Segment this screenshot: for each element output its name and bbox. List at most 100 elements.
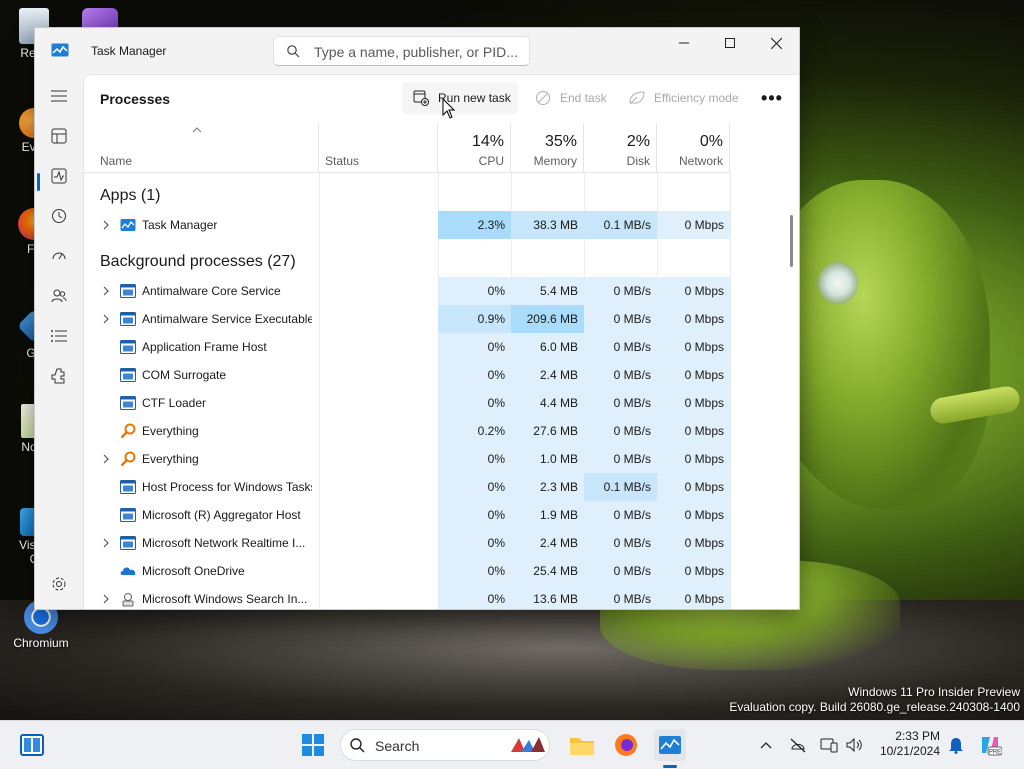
process-row[interactable]: Microsoft Network Realtime I... 0% 2.4 MB 0…: [84, 529, 799, 557]
group-header-background: Background processes (27): [100, 253, 296, 270]
disk-value: 0 MB/s: [584, 333, 657, 361]
nav-item-performance[interactable]: [43, 160, 75, 192]
copilot-button[interactable]: PRE: [978, 733, 1002, 757]
performance-icon: [51, 168, 67, 184]
network-status-button[interactable]: [786, 733, 810, 757]
process-row[interactable]: Task Manager 2.3% 38.3 MB 0.1 MB/s 0 Mbps: [84, 211, 799, 239]
column-header-disk[interactable]: 2% Disk: [584, 123, 657, 173]
cpu-value: 0%: [438, 501, 511, 529]
service-window-icon: [120, 508, 136, 522]
nav-item-processes[interactable]: [43, 120, 75, 152]
run-new-task-button[interactable]: Run new task: [402, 82, 518, 114]
process-row[interactable]: Antimalware Core Service 0% 5.4 MB 0 MB/s 0 …: [84, 277, 799, 305]
notifications-button[interactable]: [944, 733, 968, 757]
column-header-status[interactable]: Status: [319, 123, 438, 173]
network-value: 0 Mbps: [657, 529, 730, 557]
start-button[interactable]: [297, 729, 329, 761]
memory-value: 5.4 MB: [511, 277, 584, 305]
chevron-up-icon: [760, 742, 772, 749]
column-header-memory[interactable]: 35% Memory: [511, 123, 584, 173]
minimize-button[interactable]: [661, 28, 707, 58]
maximize-button[interactable]: [707, 28, 753, 58]
chevron-right-icon[interactable]: [102, 538, 110, 548]
page-title: Processes: [100, 91, 171, 107]
process-row[interactable]: Microsoft OneDrive 0% 25.4 MB 0 MB/s 0 Mbps: [84, 557, 799, 585]
process-row[interactable]: Everything 0.2% 27.6 MB 0 MB/s 0 Mbps: [84, 417, 799, 445]
process-name: Antimalware Service Executable: [142, 312, 312, 326]
search-box[interactable]: [273, 36, 530, 66]
disk-value: 0 MB/s: [584, 277, 657, 305]
process-list: Apps (1) Background processes (27) Task …: [84, 173, 799, 609]
chevron-right-icon[interactable]: [102, 594, 110, 604]
volume-icon: [846, 737, 862, 753]
search-input[interactable]: [312, 41, 522, 63]
nav-item-app-history[interactable]: [43, 200, 75, 232]
process-row[interactable]: Microsoft Windows Search In... 0% 13.6 MB 0…: [84, 585, 799, 609]
nav-item-startup-apps[interactable]: [43, 240, 75, 272]
column-label-network: Network: [678, 154, 723, 168]
chevron-right-icon[interactable]: [102, 220, 110, 230]
search-icon: [287, 45, 300, 58]
column-header-network[interactable]: 0% Network: [657, 123, 730, 173]
memory-value: 27.6 MB: [511, 417, 584, 445]
process-row[interactable]: Antimalware Service Executable 0.9% 209.6 …: [84, 305, 799, 333]
process-row[interactable]: Application Frame Host 0% 6.0 MB 0 MB/s 0 Mb…: [84, 333, 799, 361]
close-button[interactable]: [753, 28, 799, 58]
window-title: Task Manager: [91, 44, 167, 58]
memory-value: 209.6 MB: [511, 305, 584, 333]
nav-item-details[interactable]: [43, 320, 75, 352]
widgets-button[interactable]: [16, 729, 48, 761]
details-icon: [51, 330, 67, 342]
nav-item-users[interactable]: [43, 280, 75, 312]
settings-icon: [52, 577, 66, 591]
process-row[interactable]: Microsoft (R) Aggregator Host 0% 1.9 MB 0 M…: [84, 501, 799, 529]
column-label-name: Name: [100, 154, 133, 168]
service-window-icon: [120, 312, 136, 326]
chevron-right-icon[interactable]: [102, 286, 110, 296]
disk-value: 0.1 MB/s: [584, 211, 657, 239]
taskbar-search[interactable]: Search: [340, 729, 550, 761]
start-icon: [302, 734, 324, 756]
disk-value: 0 MB/s: [584, 389, 657, 417]
disk-value: 0 MB/s: [584, 585, 657, 609]
processes-icon: [51, 128, 67, 144]
column-header-cpu[interactable]: 14% CPU: [438, 123, 511, 173]
nav-item-settings[interactable]: [43, 568, 75, 600]
column-label-cpu: CPU: [478, 154, 504, 168]
chevron-right-icon[interactable]: [102, 454, 110, 464]
vertical-scrollbar[interactable]: [790, 215, 793, 267]
search-highlight-art-icon: [511, 737, 545, 752]
network-value: 0 Mbps: [657, 501, 730, 529]
task-manager-icon: [120, 219, 136, 231]
memory-value: 2.3 MB: [511, 473, 584, 501]
volume-button[interactable]: [842, 733, 866, 757]
column-header-name[interactable]: Name: [84, 123, 319, 173]
system-clock[interactable]: 2:33 PM 10/21/2024: [874, 729, 940, 759]
sort-ascending-icon: [192, 127, 202, 133]
taskbar-firefox[interactable]: [610, 729, 642, 761]
nav-item-services[interactable]: [43, 360, 75, 392]
navigation-rail: [35, 74, 83, 609]
service-window-icon: [120, 536, 136, 550]
disk-value: 0.1 MB/s: [584, 473, 657, 501]
wallpaper-android-eye: [818, 262, 858, 304]
network-value: 0 Mbps: [657, 417, 730, 445]
memory-value: 1.0 MB: [511, 445, 584, 473]
process-row[interactable]: CTF Loader 0% 4.4 MB 0 MB/s 0 Mbps: [84, 389, 799, 417]
end-task-button[interactable]: End task: [534, 82, 607, 114]
taskbar-file-explorer[interactable]: [566, 729, 598, 761]
more-options-button[interactable]: •••: [756, 82, 788, 114]
taskbar-task-manager[interactable]: [654, 729, 686, 761]
chevron-right-icon[interactable]: [102, 314, 110, 324]
process-row[interactable]: Host Process for Windows Tasks 0% 2.3 MB 0.…: [84, 473, 799, 501]
efficiency-mode-button[interactable]: Efficiency mode: [628, 82, 739, 114]
process-name: Everything: [142, 452, 199, 466]
cpu-value: 2.3%: [438, 211, 511, 239]
process-row[interactable]: Everything 0% 1.0 MB 0 MB/s 0 Mbps: [84, 445, 799, 473]
process-row[interactable]: COM Surrogate 0% 2.4 MB 0 MB/s 0 Mbps: [84, 361, 799, 389]
nav-menu-button[interactable]: [43, 80, 75, 112]
show-hidden-icons-button[interactable]: [754, 733, 778, 757]
title-bar[interactable]: Task Manager: [35, 28, 799, 74]
display-button[interactable]: [817, 733, 841, 757]
memory-value: 13.6 MB: [511, 585, 584, 609]
